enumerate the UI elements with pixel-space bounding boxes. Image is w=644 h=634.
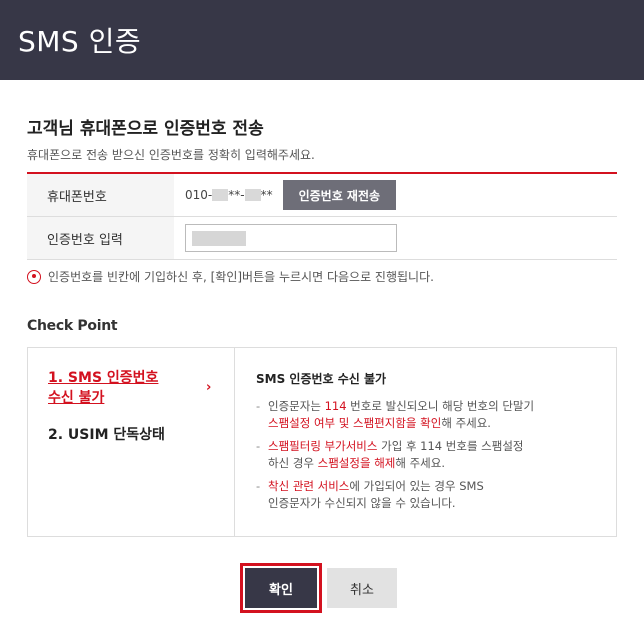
checkpoint-detail-title: SMS 인증번호 수신 불가 xyxy=(256,372,387,386)
detail-highlight: 스팸설정을 해제 xyxy=(317,456,396,470)
detail-highlight: 114 xyxy=(324,399,347,413)
checkpoint-menu: 1. SMS 인증번호 수신 불가 › 2. USIM 단독상태 xyxy=(28,348,235,536)
detail-text: 가입 후 114 번호를 스팸설정 xyxy=(377,439,524,453)
window-title: SMS 인증 xyxy=(18,25,142,58)
notice-text: 인증번호를 빈칸에 기입하신 후, [확인]버튼을 누르시면 다음으로 진행됩니… xyxy=(48,270,434,284)
checkpoint-item-usim[interactable]: 2. USIM 단독상태 xyxy=(48,424,165,444)
detail-highlight: 착신 관련 서비스 xyxy=(268,479,350,493)
code-value xyxy=(174,217,617,259)
section-heading: 고객님 휴대폰으로 인증번호 전송 xyxy=(27,119,264,139)
phone-prefix: 010- xyxy=(185,188,213,202)
detail-text: 인증문자는 xyxy=(268,399,325,413)
phone-mid: **- xyxy=(228,188,245,202)
detail-highlight: 스팸설정 여부 및 스팸편지함을 확인 xyxy=(268,416,442,430)
cancel-button[interactable]: 취소 xyxy=(327,568,397,608)
info-circle-icon xyxy=(27,269,41,284)
title-bar: SMS 인증 xyxy=(0,0,644,80)
checkpoint-item-sms-line2: 수신 불가 xyxy=(48,390,105,406)
code-row: 인증번호 입력 xyxy=(27,217,617,260)
masked-code-entry xyxy=(192,231,246,246)
verification-form: 휴대폰번호 010- **- ** 인증번호 재전송 인증번호 입력 xyxy=(27,172,617,260)
detail-text: 하신 경우 xyxy=(268,456,318,470)
detail-text: 인증문자가 수신되지 않을 수 있습니다. xyxy=(268,496,456,510)
section-subtext: 휴대폰으로 전송 받으신 인증번호를 정확히 입력해주세요. xyxy=(27,148,315,162)
phone-label: 휴대폰번호 xyxy=(27,174,174,216)
detail-text: 번호로 발신되오니 해당 번호의 단말기 xyxy=(346,399,535,413)
confirm-button[interactable]: 확인 xyxy=(245,568,317,608)
detail-highlight: 스팸필터링 부가서비스 xyxy=(268,439,378,453)
phone-tail: ** xyxy=(260,188,273,202)
checkpoint-item-sms[interactable]: 1. SMS 인증번호 수신 불가 xyxy=(48,368,178,408)
checkpoint-panel: 1. SMS 인증번호 수신 불가 › 2. USIM 단독상태 SMS 인증번… xyxy=(27,347,617,537)
list-item: 착신 관련 서비스에 가입되어 있는 경우 SMS 인증문자가 수신되지 않을 … xyxy=(256,478,606,512)
detail-text: 해 주세요. xyxy=(395,456,445,470)
chevron-right-icon: › xyxy=(206,380,212,395)
phone-value: 010- **- ** 인증번호 재전송 xyxy=(174,174,617,216)
code-label: 인증번호 입력 xyxy=(27,217,174,259)
resend-code-button[interactable]: 인증번호 재전송 xyxy=(282,180,397,210)
list-item: 인증문자는 114 번호로 발신되오니 해당 번호의 단말기 스팸설정 여부 및… xyxy=(256,398,606,432)
detail-text: 해 주세요. xyxy=(441,416,491,430)
checkpoint-title: Check Point xyxy=(27,318,118,334)
list-item: 스팸필터링 부가서비스 가입 후 114 번호를 스팸설정 하신 경우 스팸설정… xyxy=(256,438,606,472)
detail-text: 에 가입되어 있는 경우 SMS xyxy=(349,479,484,493)
checkpoint-item-sms-line1: 1. SMS 인증번호 xyxy=(48,370,159,386)
verification-code-input[interactable] xyxy=(185,224,397,252)
phone-row: 휴대폰번호 010- **- ** 인증번호 재전송 xyxy=(27,174,617,217)
phone-mask-block xyxy=(244,189,261,201)
notice: 인증번호를 빈칸에 기입하신 후, [확인]버튼을 누르시면 다음으로 진행됩니… xyxy=(27,268,434,285)
checkpoint-detail-list: 인증문자는 114 번호로 발신되오니 해당 번호의 단말기 스팸설정 여부 및… xyxy=(256,398,606,518)
phone-mask-block xyxy=(212,189,229,201)
